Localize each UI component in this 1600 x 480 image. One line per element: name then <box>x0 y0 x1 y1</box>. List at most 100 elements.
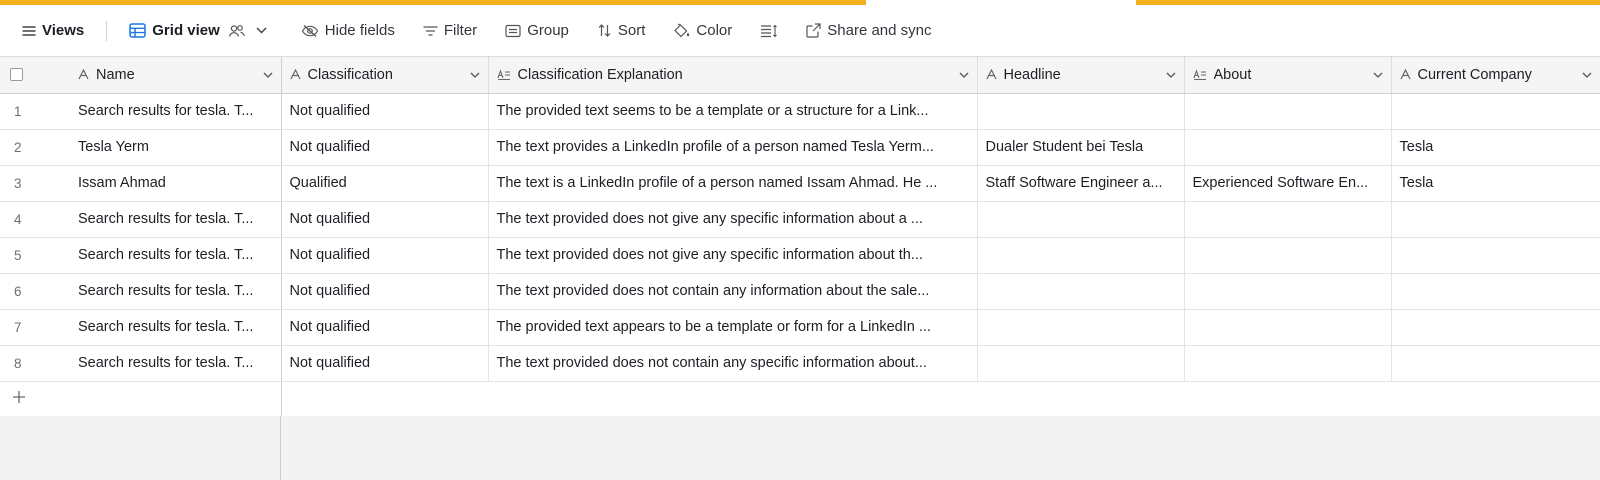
cell-classification-explanation[interactable]: The text provided does not give any spec… <box>488 237 978 274</box>
table-row[interactable]: 7 Search results for tesla. T... Not qua… <box>0 309 1600 346</box>
table-row[interactable]: 8 Search results for tesla. T... Not qua… <box>0 345 1600 382</box>
group-button[interactable]: Group <box>505 22 569 39</box>
cell-name[interactable]: Issam Ahmad <box>70 165 282 202</box>
cell-name[interactable]: Search results for tesla. T... <box>70 201 282 238</box>
chevron-down-icon[interactable] <box>470 72 480 78</box>
cell-current-company[interactable]: Tesla <box>1391 165 1600 202</box>
cell-classification-explanation[interactable]: The provided text appears to be a templa… <box>488 309 978 346</box>
cell-headline[interactable] <box>977 237 1185 274</box>
row-number: 5 <box>0 237 70 274</box>
table-row[interactable]: 4 Search results for tesla. T... Not qua… <box>0 201 1600 238</box>
toolbar-divider <box>106 20 108 41</box>
cell-about[interactable] <box>1184 201 1392 238</box>
text-field-icon <box>985 69 997 80</box>
select-all-checkbox[interactable] <box>10 68 23 82</box>
cell-current-company[interactable] <box>1391 273 1600 310</box>
table-row[interactable]: 1 Search results for tesla. T... Not qua… <box>0 93 1600 130</box>
chevron-down-icon[interactable] <box>1582 72 1592 78</box>
cell-current-company[interactable] <box>1391 237 1600 274</box>
cell-name[interactable]: Search results for tesla. T... <box>70 345 282 382</box>
hide-fields-button[interactable]: Hide fields <box>301 22 395 39</box>
cell-headline[interactable]: Staff Software Engineer a... <box>977 165 1185 202</box>
grid-view-switcher[interactable]: Grid view <box>129 22 267 39</box>
filter-icon <box>423 25 438 37</box>
share-sync-button[interactable]: Share and sync <box>806 22 932 39</box>
filter-label: Filter <box>443 22 478 39</box>
grid-empty-area-right <box>281 416 1600 480</box>
cell-name[interactable]: Search results for tesla. T... <box>70 93 282 130</box>
table-row[interactable]: 6 Search results for tesla. T... Not qua… <box>0 273 1600 310</box>
row-height-button[interactable] <box>760 24 778 38</box>
views-button[interactable]: Views <box>22 22 84 39</box>
cell-current-company[interactable] <box>1391 309 1600 346</box>
cell-classification-explanation[interactable]: The provided text seems to be a template… <box>488 93 978 130</box>
cell-classification[interactable]: Not qualified <box>281 237 489 274</box>
column-header-current-company[interactable]: Current Company <box>1391 57 1600 94</box>
hide-fields-label: Hide fields <box>324 22 395 39</box>
chevron-down-icon <box>256 27 267 34</box>
cell-classification-explanation[interactable]: The text provided does not contain any s… <box>488 345 978 382</box>
cell-current-company[interactable] <box>1391 345 1600 382</box>
cell-classification[interactable]: Not qualified <box>281 345 489 382</box>
cell-classification[interactable]: Not qualified <box>281 129 489 166</box>
cell-about[interactable] <box>1184 345 1392 382</box>
column-header-classification[interactable]: Classification <box>281 57 489 94</box>
color-button[interactable]: Color <box>673 22 732 39</box>
cell-headline[interactable] <box>977 93 1185 130</box>
cell-about[interactable] <box>1184 93 1392 130</box>
cell-classification-explanation[interactable]: The text provided does not contain any i… <box>488 273 978 310</box>
cell-about[interactable] <box>1184 129 1392 166</box>
column-label: Name <box>96 66 135 83</box>
cell-name[interactable]: Search results for tesla. T... <box>70 309 282 346</box>
cell-classification-explanation[interactable]: The text provided does not give any spec… <box>488 201 978 238</box>
cell-headline[interactable] <box>977 309 1185 346</box>
table-row[interactable]: 5 Search results for tesla. T... Not qua… <box>0 237 1600 274</box>
row-number: 8 <box>0 345 70 382</box>
cell-headline[interactable] <box>977 201 1185 238</box>
cell-about[interactable] <box>1184 237 1392 274</box>
filter-button[interactable]: Filter <box>423 22 477 39</box>
column-label: Classification Explanation <box>517 66 683 83</box>
cell-classification[interactable]: Not qualified <box>281 93 489 130</box>
cell-about[interactable] <box>1184 309 1392 346</box>
cell-name[interactable]: Tesla Yerm <box>70 129 282 166</box>
cell-classification[interactable]: Not qualified <box>281 309 489 346</box>
chevron-down-icon[interactable] <box>959 72 969 78</box>
cell-current-company[interactable] <box>1391 201 1600 238</box>
cell-classification[interactable]: Not qualified <box>281 201 489 238</box>
group-label: Group <box>527 22 569 39</box>
add-row-filler <box>281 381 1600 417</box>
chevron-down-icon[interactable] <box>1373 72 1383 78</box>
views-label: Views <box>42 22 85 39</box>
cell-current-company[interactable] <box>1391 93 1600 130</box>
cell-classification-explanation[interactable]: The text provides a LinkedIn profile of … <box>488 129 978 166</box>
add-record-row <box>0 381 1600 417</box>
column-header-classification-explanation[interactable]: Classification Explanation <box>488 57 978 94</box>
column-label: About <box>1213 66 1252 83</box>
share-sync-label: Share and sync <box>827 22 932 39</box>
add-record-button[interactable] <box>0 381 282 417</box>
column-header-headline[interactable]: Headline <box>977 57 1185 94</box>
cell-current-company[interactable]: Tesla <box>1391 129 1600 166</box>
table-row[interactable]: 3 Issam Ahmad Qualified The text is a Li… <box>0 165 1600 202</box>
cell-headline[interactable] <box>977 345 1185 382</box>
eye-slash-icon <box>301 24 319 38</box>
cell-about[interactable] <box>1184 273 1392 310</box>
cell-headline[interactable]: Dualer Student bei Tesla <box>977 129 1185 166</box>
cell-classification-explanation[interactable]: The text is a LinkedIn profile of a pers… <box>488 165 978 202</box>
cell-name[interactable]: Search results for tesla. T... <box>70 273 282 310</box>
sort-button[interactable]: Sort <box>597 22 645 39</box>
cell-classification[interactable]: Not qualified <box>281 273 489 310</box>
row-number: 7 <box>0 309 70 346</box>
cell-name[interactable]: Search results for tesla. T... <box>70 237 282 274</box>
cell-headline[interactable] <box>977 273 1185 310</box>
long-text-icon <box>1192 69 1207 81</box>
cell-about[interactable]: Experienced Software En... <box>1184 165 1392 202</box>
column-header-about[interactable]: About <box>1184 57 1392 94</box>
column-header-name[interactable]: Name <box>70 57 282 94</box>
chevron-down-icon[interactable] <box>263 72 273 78</box>
table-row[interactable]: 2 Tesla Yerm Not qualified The text prov… <box>0 129 1600 166</box>
cell-classification[interactable]: Qualified <box>281 165 489 202</box>
chevron-down-icon[interactable] <box>1166 72 1176 78</box>
external-link-icon <box>806 23 821 38</box>
